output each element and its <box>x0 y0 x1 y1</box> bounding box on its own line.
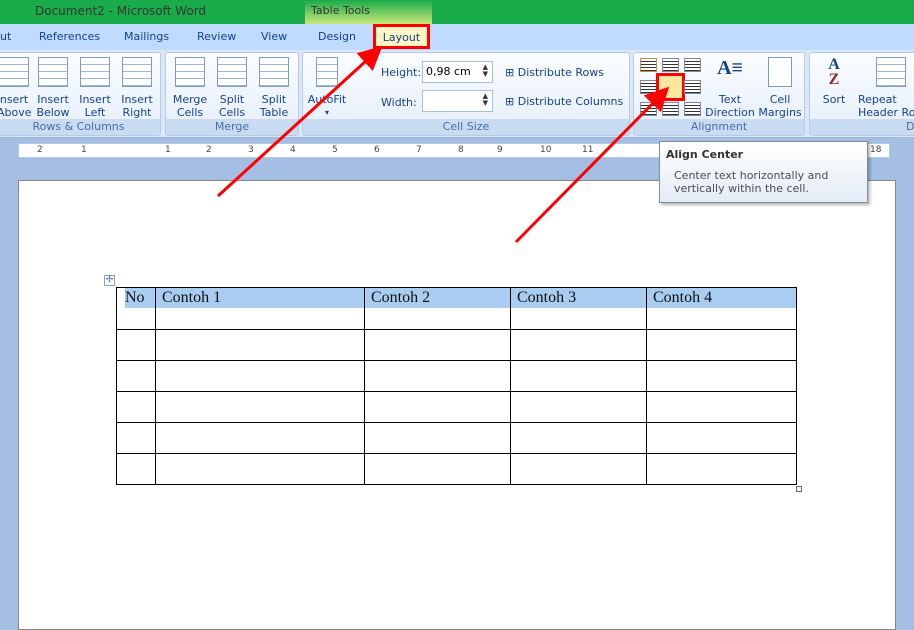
arrow-to-layout-tab <box>216 45 383 198</box>
arrow-to-align-center <box>514 86 670 244</box>
annotation-arrows <box>216 45 670 244</box>
